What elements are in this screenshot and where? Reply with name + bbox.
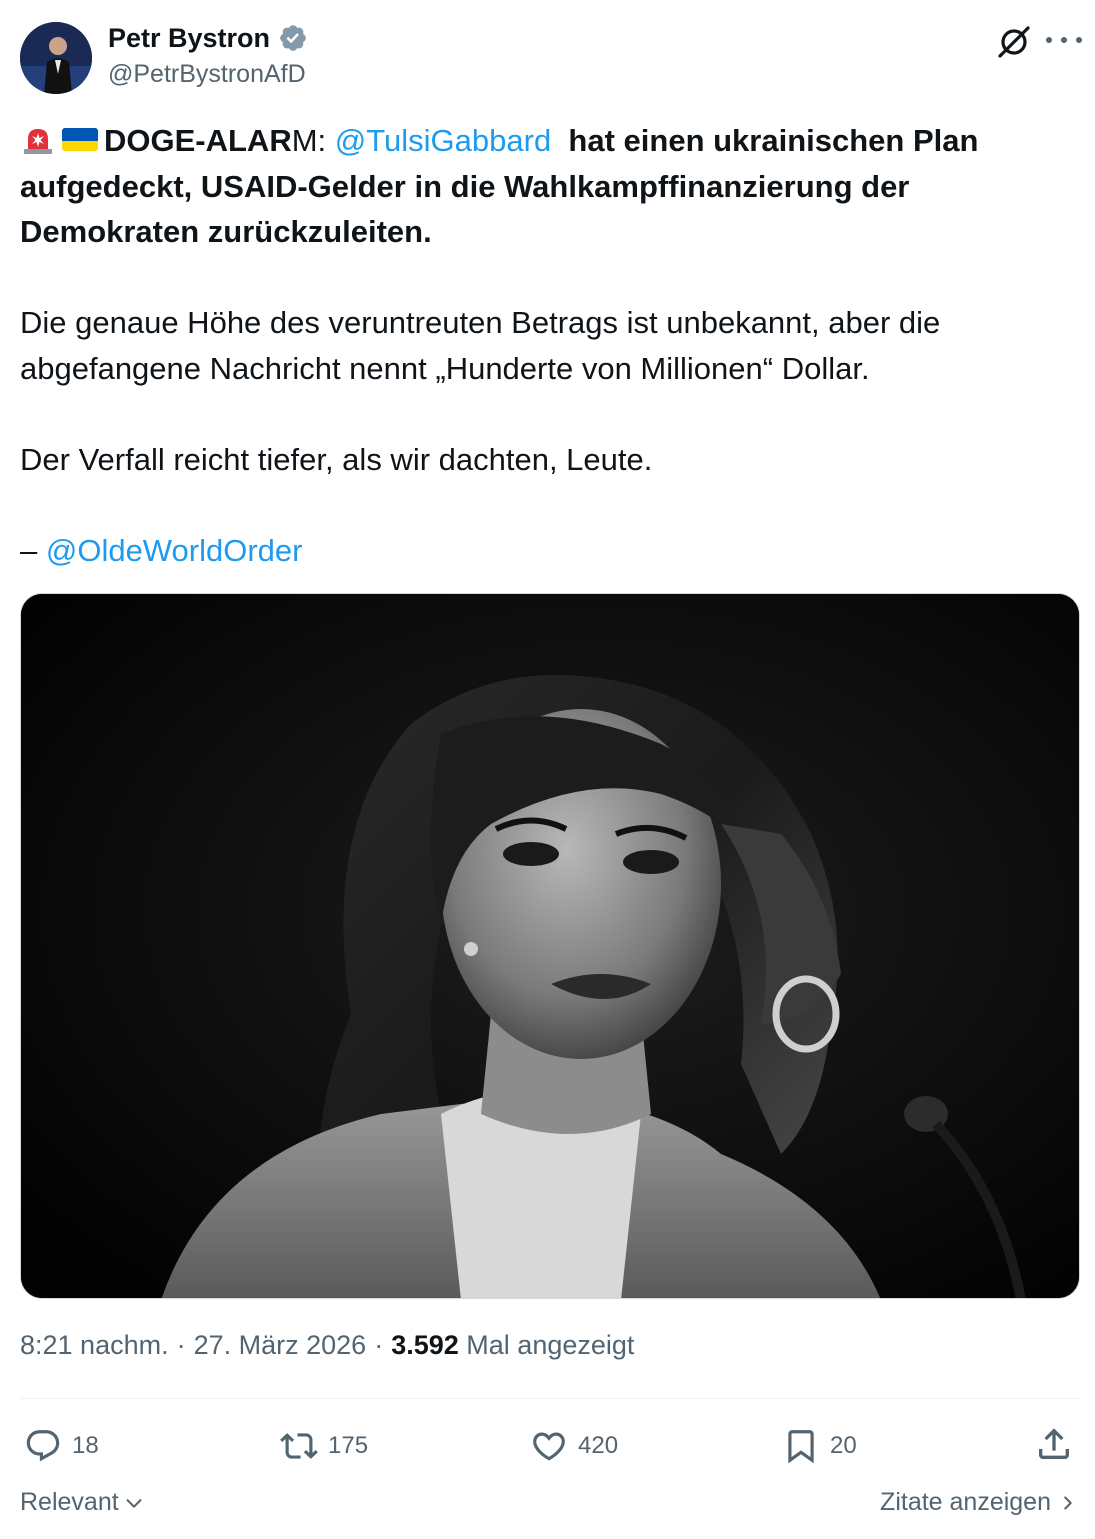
tweet-time[interactable]: 8:21 nachm. [20,1330,169,1361]
author-name[interactable]: Petr Bystron [108,23,270,54]
reply-icon [26,1430,60,1462]
attribution-mention-link[interactable]: @OldeWorldOrder [46,533,303,568]
tweet-line-1: DOGE-ALARM: @TulsiGabbard hat einen ukra… [20,118,1080,164]
views-label: Mal angezeigt [466,1330,635,1360]
divider [20,1398,1080,1399]
like-button[interactable]: 420 [530,1424,618,1468]
grok-icon[interactable] [994,22,1034,62]
tweet-paragraph-2-line-1: Die genaue Höhe des veruntreuten Betrags… [20,305,941,340]
sort-dropdown[interactable]: Relevant [20,1488,145,1517]
meta-separator: · [176,1330,186,1360]
author-handle[interactable]: @PetrBystronAfD [108,60,306,89]
tweet-meta: 8:21 nachm. · 27. März 2026 · 3.592 Mal … [20,1330,634,1361]
reply-count: 18 [72,1432,99,1459]
tweet-line-1-rest: hat einen ukrainischen Plan [551,123,979,158]
tweet-line-3: Demokraten zurückzuleiten. [20,214,432,249]
portrait-photo-image [21,594,1079,1298]
tweet-paragraph-3: Der Verfall reicht tiefer, als wir dacht… [20,441,653,477]
tweet-text: DOGE-ALARM: @TulsiGabbard hat einen ukra… [20,118,1080,573]
bookmark-count: 20 [830,1432,857,1459]
alarm-title: DOGE-ALAR [104,123,292,158]
tweet-line-2: aufgedeckt, USAID-Gelder in die Wahlkamp… [20,168,910,204]
author-avatar[interactable] [20,22,92,94]
repost-button[interactable]: 175 [280,1424,368,1468]
quotes-label: Zitate anzeigen [880,1488,1051,1516]
like-count: 420 [578,1432,619,1459]
chevron-right-icon [1064,1495,1072,1510]
reply-button[interactable]: 18 [24,1424,99,1468]
bookmark-icon [788,1430,814,1464]
repost-count: 175 [328,1432,369,1459]
author-name-row: Petr Bystron [108,20,308,56]
views-count: 3.592 [391,1330,459,1360]
tweet-photo[interactable] [20,593,1080,1299]
heart-icon [533,1432,565,1461]
share-icon[interactable] [1034,1424,1074,1464]
attribution-dash: – [20,532,46,568]
more-options-icon[interactable] [1046,26,1082,54]
mention-link[interactable]: @TulsiGabbard [335,123,551,158]
alarm-title-suffix: M: [291,123,335,158]
chevron-down-icon [126,1498,142,1508]
meta-separator: · [374,1330,384,1360]
bookmark-button[interactable]: 20 [782,1424,857,1468]
avatar-image [20,22,92,94]
sort-label: Relevant [20,1488,119,1516]
repost-icon [280,1433,318,1459]
police-light-emoji-icon [24,129,52,154]
tweet-date[interactable]: 27. März 2026 [194,1330,367,1361]
tweet-attribution: – @OldeWorldOrder [20,528,1080,574]
verified-badge-icon[interactable] [278,23,308,53]
ukraine-flag-emoji-icon [62,128,98,151]
view-quotes-link[interactable]: Zitate anzeigen [880,1488,1077,1517]
tweet-paragraph-2-line-2: abgefangene Nachricht nennt „Hunderte vo… [20,350,870,386]
